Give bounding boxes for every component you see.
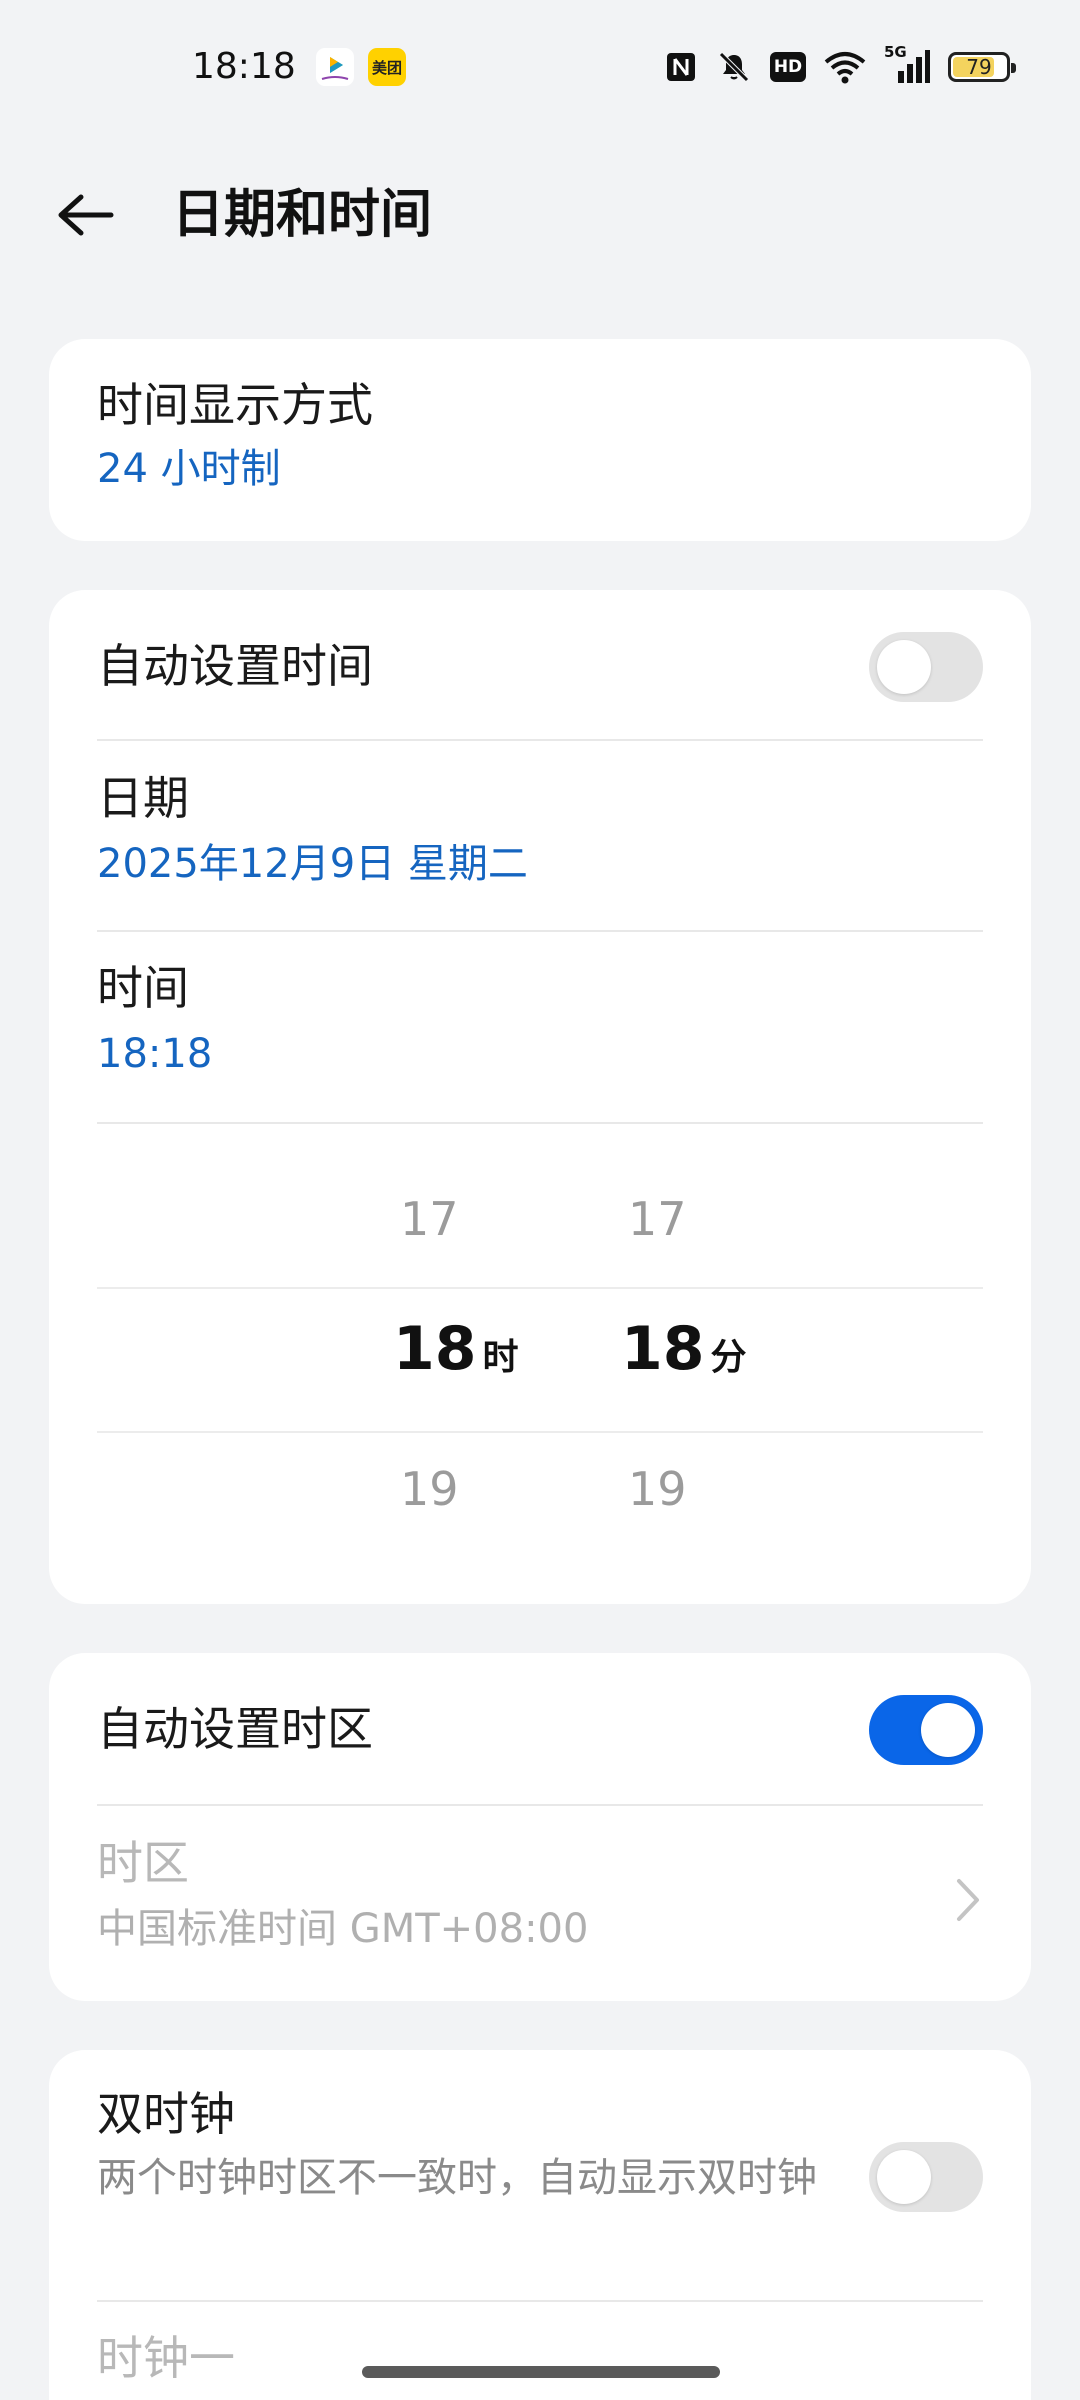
back-arrow-icon	[58, 194, 114, 236]
time-value: 18:18	[97, 1031, 213, 1077]
clock-one-row[interactable]: 时钟一	[97, 2328, 983, 2388]
toggle-knob	[921, 1703, 975, 1757]
time-picker[interactable]: 17 17 18 时 18 分 19 19	[49, 1124, 1031, 1544]
dual-clock-card: 双时钟 两个时钟时区不一致时，自动显示双时钟 时钟一	[49, 2050, 1031, 2400]
toggle-knob	[877, 640, 931, 694]
auto-timezone-row[interactable]: 自动设置时区	[97, 1689, 983, 1769]
app-header: 日期和时间	[0, 150, 1080, 280]
hd-icon: HD	[770, 52, 806, 82]
dual-clock-row[interactable]: 双时钟 两个时钟时区不一致时，自动显示双时钟	[97, 2084, 831, 2204]
toggle-knob	[877, 2150, 931, 2204]
time-format-row[interactable]: 时间显示方式 24 小时制	[97, 375, 983, 497]
status-bar: 18:18 美团 HD 5G 79	[0, 0, 1080, 130]
picker-hour-prev[interactable]: 17	[400, 1192, 459, 1246]
meituan-app-icon: 美团	[368, 48, 406, 86]
page: 18:18 美团 HD 5G 79 日期和时间 时间显示方式 24 小时制 自动…	[0, 0, 1080, 2400]
wifi-icon	[824, 50, 866, 84]
timezone-card: 自动设置时区 时区 中国标准时间 GMT+08:00	[49, 1653, 1031, 2001]
picker-minute-unit: 分	[710, 1337, 747, 1378]
nfc-icon	[664, 50, 698, 84]
back-button[interactable]	[40, 180, 130, 250]
picker-minute-selected[interactable]: 18 分	[621, 1314, 747, 1384]
status-time: 18:18	[192, 46, 296, 87]
page-title: 日期和时间	[172, 185, 433, 245]
time-format-card: 时间显示方式 24 小时制	[49, 339, 1031, 541]
time-format-title: 时间显示方式	[97, 378, 373, 432]
timezone-value: 中国标准时间 GMT+08:00	[97, 1906, 589, 1952]
timezone-row[interactable]: 时区 中国标准时间 GMT+08:00	[97, 1833, 983, 1957]
signal-icon: 5G	[884, 43, 930, 85]
chevron-right-icon	[953, 1875, 983, 1929]
divider	[97, 1804, 983, 1806]
picker-hour-selected[interactable]: 18 时	[393, 1314, 519, 1384]
picker-minute-next[interactable]: 19	[628, 1462, 687, 1516]
divider	[97, 739, 983, 741]
dual-clock-description: 两个时钟时区不一致时，自动显示双时钟	[97, 2155, 817, 2201]
timezone-title: 时区	[97, 1836, 189, 1890]
dual-clock-toggle[interactable]	[869, 2142, 983, 2212]
picker-minute-value: 18	[621, 1314, 705, 1384]
clock-one-title: 时钟一	[97, 2331, 235, 2385]
picker-selection-top	[97, 1287, 983, 1289]
home-indicator[interactable]	[362, 2366, 720, 2378]
auto-timezone-toggle[interactable]	[869, 1695, 983, 1765]
battery-cap	[1011, 63, 1016, 73]
auto-time-row[interactable]: 自动设置时间	[97, 626, 983, 706]
picker-selection-bottom	[97, 1431, 983, 1433]
picker-hour-value: 18	[393, 1314, 477, 1384]
date-value: 2025年12月9日 星期二	[97, 841, 528, 887]
date-title: 日期	[97, 771, 189, 825]
date-time-card: 自动设置时间 日期 2025年12月9日 星期二 时间 18:18 17 17 …	[49, 590, 1031, 1604]
video-app-icon	[316, 48, 354, 86]
divider	[97, 930, 983, 932]
time-format-value: 24 小时制	[97, 446, 281, 492]
divider	[97, 2300, 983, 2302]
date-row[interactable]: 日期 2025年12月9日 星期二	[97, 768, 983, 892]
auto-timezone-title: 自动设置时区	[97, 1702, 373, 1756]
picker-minute-prev[interactable]: 17	[628, 1192, 687, 1246]
dual-clock-title: 双时钟	[97, 2087, 235, 2141]
battery-level: 79	[966, 55, 992, 79]
auto-time-toggle[interactable]	[869, 632, 983, 702]
time-row[interactable]: 时间 18:18	[97, 958, 983, 1082]
picker-hour-next[interactable]: 19	[400, 1462, 459, 1516]
picker-hour-unit: 时	[482, 1337, 519, 1378]
network-type: 5G	[884, 43, 907, 61]
status-icons: HD 5G 79	[664, 43, 1016, 90]
battery-icon: 79	[948, 52, 1016, 82]
auto-time-title: 自动设置时间	[97, 639, 373, 693]
time-title: 时间	[97, 961, 189, 1015]
mute-icon	[716, 49, 752, 85]
